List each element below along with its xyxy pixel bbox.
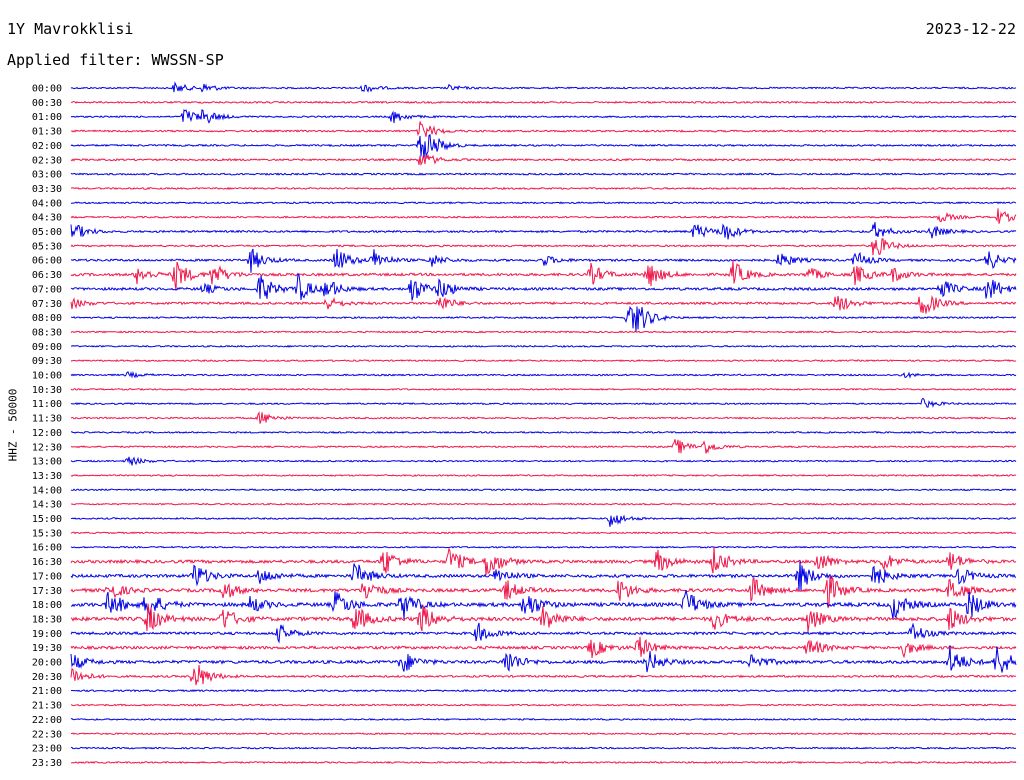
trace-row-1700 (70, 560, 1017, 592)
row-label-1200: 12:00 (32, 428, 62, 439)
trace-row-1300 (70, 456, 1017, 466)
helicorder-plot: 00:00 00:30 01:00 01:30 02:00 02:30 03:00 03:30… (32, 81, 1017, 769)
row-label-2330: 23:30 (32, 758, 62, 769)
row-label-0830: 08:30 (32, 327, 62, 338)
row-label-0200: 02:00 (32, 141, 62, 152)
row-label-0500: 05:00 (32, 227, 62, 238)
row-label-1400: 14:00 (32, 485, 62, 496)
trace-row-1330 (70, 474, 1017, 477)
trace-row-0400 (71, 201, 1017, 205)
trace-row-0830 (70, 330, 1017, 334)
row-label-0800: 08:00 (32, 313, 62, 324)
trace-row-2330 (70, 760, 1017, 765)
trace-row-0900 (71, 344, 1017, 348)
trace-row-0500 (70, 222, 1017, 240)
trace-row-1500 (70, 514, 1017, 527)
row-label-0930: 09:30 (32, 356, 62, 367)
row-label-0900: 09:00 (32, 342, 62, 353)
row-label-2000: 20:00 (32, 658, 62, 669)
row-label-1430: 14:30 (32, 500, 62, 511)
trace-row-2130 (70, 703, 1017, 707)
trace-row-0300 (70, 172, 1017, 176)
row-label-1000: 10:00 (32, 371, 62, 382)
trace-row-1600 (70, 545, 1017, 549)
trace-row-1200 (70, 430, 1017, 434)
row-label-2230: 22:30 (32, 729, 62, 740)
trace-row-0800 (70, 305, 1017, 332)
row-label-1530: 15:30 (32, 528, 62, 539)
row-label-0600: 06:00 (32, 256, 62, 267)
row-label-2300: 23:00 (32, 744, 62, 755)
row-label-1230: 12:30 (32, 442, 62, 453)
row-label-2200: 22:00 (32, 715, 62, 726)
row-label-1800: 18:00 (32, 600, 62, 611)
row-label-1130: 11:30 (32, 414, 62, 425)
trace-row-1400 (70, 488, 1017, 492)
row-label-0400: 04:00 (32, 198, 62, 209)
trace-row-0100 (70, 108, 1017, 124)
trace-row-1100 (70, 397, 1017, 408)
row-label-0730: 07:30 (32, 299, 62, 310)
row-label-1030: 10:30 (32, 385, 62, 396)
row-label-2100: 21:00 (32, 686, 62, 697)
row-label-1300: 13:00 (32, 457, 62, 468)
trace-row-2230 (71, 732, 1017, 736)
trace-row-1000 (70, 370, 1017, 379)
trace-row-0200 (70, 133, 1017, 160)
trace-row-0730 (70, 295, 1017, 314)
row-label-2130: 21:30 (32, 701, 62, 712)
row-label-0300: 03:00 (32, 170, 62, 181)
row-label-0530: 05:30 (32, 241, 62, 252)
row-label-1700: 17:00 (32, 571, 62, 582)
row-label-1630: 16:30 (32, 557, 62, 568)
row-label-0430: 04:30 (32, 213, 62, 224)
trace-row-0230 (70, 154, 1017, 167)
trace-row-0130 (70, 121, 1017, 137)
row-label-0700: 07:00 (32, 284, 62, 295)
trace-row-2200 (70, 717, 1016, 721)
seismic-traces (70, 81, 1017, 765)
trace-row-0000 (70, 81, 1017, 93)
row-label-1900: 19:00 (32, 629, 62, 640)
row-label-1830: 18:30 (32, 614, 62, 625)
trace-row-0930 (70, 359, 1017, 363)
trace-row-2300 (70, 746, 1017, 750)
trace-row-1930 (70, 636, 1017, 659)
trace-row-1530 (70, 531, 1017, 535)
row-label-0100: 01:00 (32, 112, 62, 123)
trace-row-1830 (70, 603, 1017, 632)
row-label-1500: 15:00 (32, 514, 62, 525)
row-label-0130: 01:30 (32, 127, 62, 138)
trace-row-0530 (70, 238, 1017, 256)
trace-row-1130 (70, 411, 1017, 424)
trace-row-0430 (70, 208, 1017, 224)
trace-row-1900 (70, 622, 1017, 644)
trace-row-0600 (70, 248, 1017, 273)
row-time-labels: 00:00 00:30 01:00 01:30 02:00 02:30 03:00 03:30… (32, 84, 62, 769)
trace-row-1030 (70, 387, 1017, 391)
row-label-2030: 20:30 (32, 672, 62, 683)
row-label-0230: 02:30 (32, 155, 62, 166)
trace-row-1230 (70, 439, 1017, 454)
trace-row-1430 (70, 502, 1017, 506)
row-label-0330: 03:30 (32, 184, 62, 195)
trace-row-0330 (70, 186, 1017, 191)
row-label-1930: 19:30 (32, 643, 62, 654)
row-label-1600: 16:00 (32, 543, 62, 554)
row-label-1100: 11:00 (32, 399, 62, 410)
row-label-1730: 17:30 (32, 586, 62, 597)
row-label-1330: 13:30 (32, 471, 62, 482)
trace-row-2100 (70, 689, 1017, 693)
trace-row-0030 (70, 100, 1017, 105)
row-label-0030: 00:30 (32, 98, 62, 109)
trace-row-2030 (70, 664, 1017, 686)
row-label-0630: 06:30 (32, 270, 62, 281)
row-label-0000: 00:00 (32, 84, 62, 95)
